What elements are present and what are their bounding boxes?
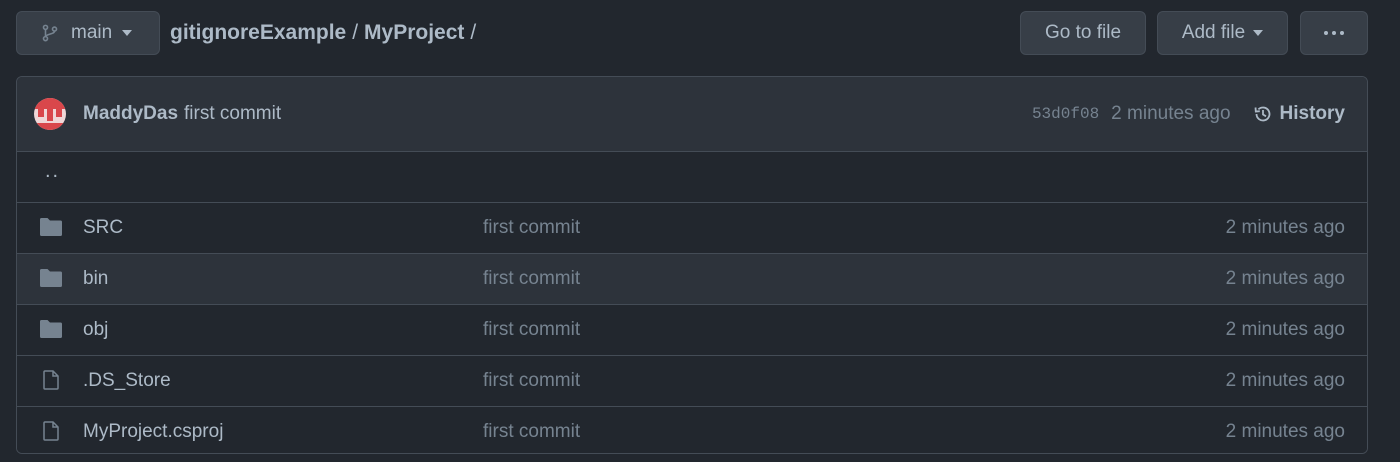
folder-icon: [40, 269, 62, 287]
breadcrumb: gitignoreExample / MyProject /: [170, 11, 482, 55]
file-row[interactable]: .DS_Store first commit 2 minutes ago: [17, 355, 1367, 406]
commit-meta: 53d0f08 2 minutes ago History: [1032, 77, 1345, 151]
file-name-link[interactable]: .DS_Store: [83, 356, 171, 406]
avatar[interactable]: [34, 98, 66, 130]
breadcrumb-separator: /: [352, 21, 359, 44]
file-icon: [43, 370, 59, 390]
commit-author-link[interactable]: MaddyDas: [83, 103, 178, 125]
go-to-file-label: Go to file: [1044, 22, 1122, 43]
file-row[interactable]: SRC first commit 2 minutes ago: [17, 202, 1367, 253]
go-to-file-button[interactable]: Go to file: [1020, 11, 1146, 55]
file-name-link[interactable]: obj: [83, 305, 108, 355]
file-commit-time: 2 minutes ago: [1225, 421, 1345, 442]
latest-commit-bar: MaddyDas first commit 53d0f08 2 minutes …: [17, 77, 1367, 152]
more-options-icon: [1324, 31, 1344, 35]
chevron-down-icon: [122, 30, 133, 36]
git-branch-icon: [42, 24, 58, 42]
parent-directory-link[interactable]: ..: [45, 160, 60, 183]
file-commit-time: 2 minutes ago: [1225, 370, 1345, 391]
commit-message: MaddyDas first commit: [83, 77, 281, 151]
history-icon: [1254, 106, 1270, 122]
file-browser: MaddyDas first commit 53d0f08 2 minutes …: [16, 76, 1368, 454]
commit-time: 2 minutes ago: [1111, 103, 1231, 124]
file-name-link[interactable]: SRC: [83, 203, 123, 253]
file-commit-message-link[interactable]: first commit: [483, 407, 580, 453]
branch-name: main: [71, 22, 113, 43]
file-commit-time: 2 minutes ago: [1225, 217, 1345, 238]
chevron-down-icon: [1253, 30, 1264, 36]
file-icon: [43, 421, 59, 441]
add-file-label: Add file: [1181, 22, 1246, 43]
folder-icon: [40, 218, 62, 236]
toolbar: main gitignoreExample / MyProject / Go t…: [16, 11, 1368, 55]
parent-directory-row[interactable]: ..: [17, 152, 1367, 202]
commit-sha-link[interactable]: 53d0f08: [1032, 105, 1099, 123]
file-commit-time: 2 minutes ago: [1225, 268, 1345, 289]
file-commit-message-link[interactable]: first commit: [483, 356, 580, 406]
breadcrumb-current-folder: MyProject: [364, 21, 465, 44]
file-row[interactable]: bin first commit 2 minutes ago: [17, 253, 1367, 304]
file-commit-time: 2 minutes ago: [1225, 319, 1345, 340]
commit-message-link[interactable]: first commit: [184, 103, 281, 125]
breadcrumb-repo-link[interactable]: gitignoreExample: [170, 21, 346, 45]
file-row[interactable]: obj first commit 2 minutes ago: [17, 304, 1367, 355]
file-commit-message-link[interactable]: first commit: [483, 254, 580, 304]
file-commit-message-link[interactable]: first commit: [483, 203, 580, 253]
file-name-link[interactable]: MyProject.csproj: [83, 407, 223, 453]
breadcrumb-trailing-separator: /: [470, 21, 477, 44]
file-name-link[interactable]: bin: [83, 254, 108, 304]
file-row[interactable]: MyProject.csproj first commit 2 minutes …: [17, 406, 1367, 453]
folder-icon: [40, 320, 62, 338]
file-commit-message-link[interactable]: first commit: [483, 305, 580, 355]
history-link[interactable]: History: [1280, 103, 1345, 125]
more-options-button[interactable]: [1300, 11, 1368, 55]
add-file-button[interactable]: Add file: [1157, 11, 1288, 55]
branch-selector-button[interactable]: main: [16, 11, 160, 55]
